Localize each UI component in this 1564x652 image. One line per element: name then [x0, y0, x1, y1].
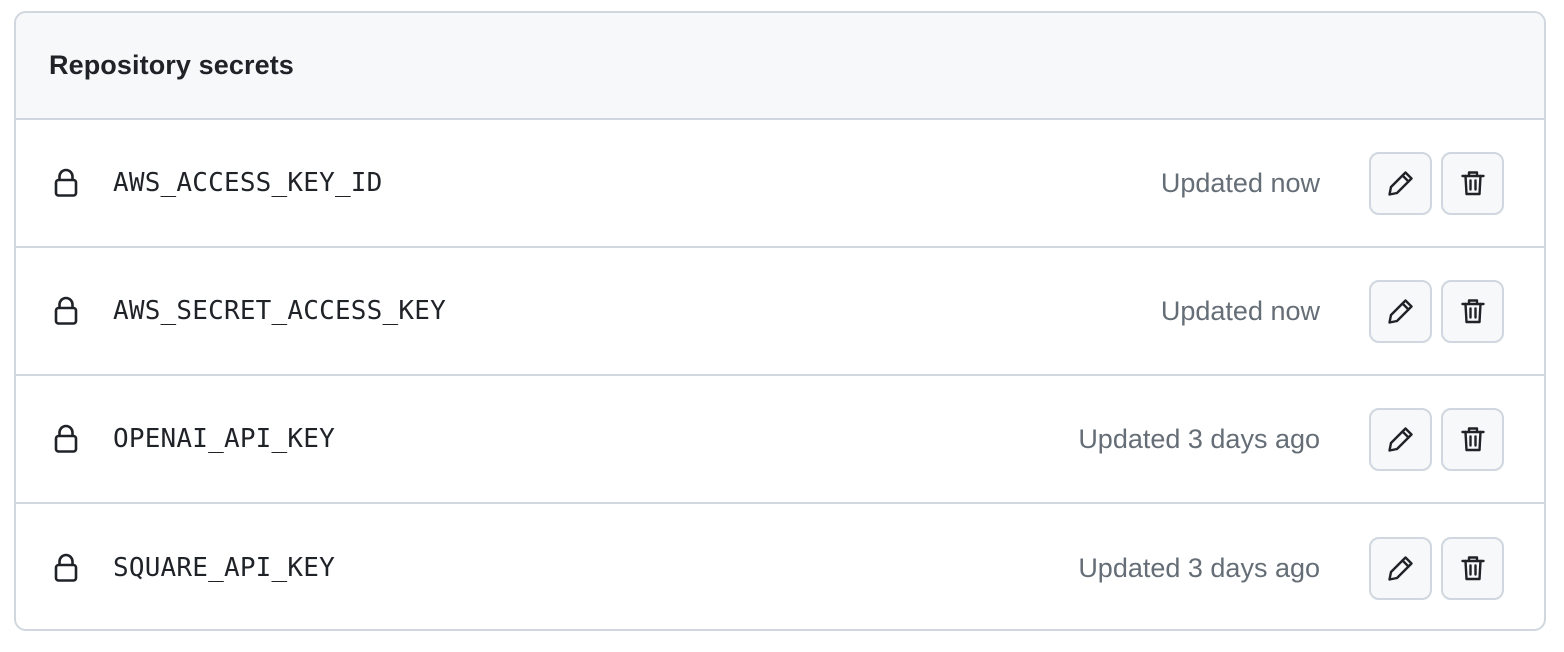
secret-row: SQUARE_API_KEY Updated 3 days ago	[16, 504, 1544, 629]
trash-icon	[1460, 427, 1485, 452]
pencil-icon	[1387, 556, 1413, 581]
trash-icon	[1460, 299, 1485, 324]
delete-secret-button[interactable]	[1441, 151, 1504, 215]
lock-icon	[52, 552, 80, 584]
secret-row: OPENAI_API_KEY Updated 3 days ago	[16, 376, 1544, 504]
secret-name: SQUARE_API_KEY	[113, 553, 335, 583]
row-actions	[1369, 536, 1504, 600]
panel-header: Repository secrets	[16, 13, 1544, 120]
repository-secrets-panel: Repository secrets AWS_ACCESS_KEY_ID Upd…	[14, 11, 1546, 631]
lock-icon	[52, 423, 80, 455]
row-actions	[1369, 151, 1504, 215]
secret-updated-time: Updated now	[1160, 167, 1320, 198]
edit-secret-button[interactable]	[1369, 536, 1432, 600]
edit-secret-button[interactable]	[1369, 407, 1432, 471]
secret-name: AWS_ACCESS_KEY_ID	[113, 168, 383, 198]
row-actions	[1369, 279, 1504, 343]
pencil-icon	[1387, 299, 1413, 324]
secret-name: OPENAI_API_KEY	[113, 424, 335, 454]
pencil-icon	[1387, 427, 1413, 452]
secret-updated-time: Updated 3 days ago	[1078, 552, 1320, 583]
secret-row: AWS_SECRET_ACCESS_KEY Updated now	[16, 248, 1544, 376]
trash-icon	[1460, 171, 1485, 196]
delete-secret-button[interactable]	[1441, 536, 1504, 600]
secret-updated-time: Updated now	[1160, 295, 1320, 326]
secret-name: AWS_SECRET_ACCESS_KEY	[113, 296, 446, 326]
delete-secret-button[interactable]	[1441, 407, 1504, 471]
secret-row: AWS_ACCESS_KEY_ID Updated now	[16, 120, 1544, 248]
trash-icon	[1460, 556, 1485, 581]
secret-updated-time: Updated 3 days ago	[1078, 423, 1320, 454]
edit-secret-button[interactable]	[1369, 279, 1432, 343]
edit-secret-button[interactable]	[1369, 151, 1432, 215]
delete-secret-button[interactable]	[1441, 279, 1504, 343]
row-actions	[1369, 407, 1504, 471]
pencil-icon	[1387, 171, 1413, 196]
lock-icon	[52, 295, 80, 327]
panel-title: Repository secrets	[49, 50, 294, 80]
lock-icon	[52, 167, 80, 199]
